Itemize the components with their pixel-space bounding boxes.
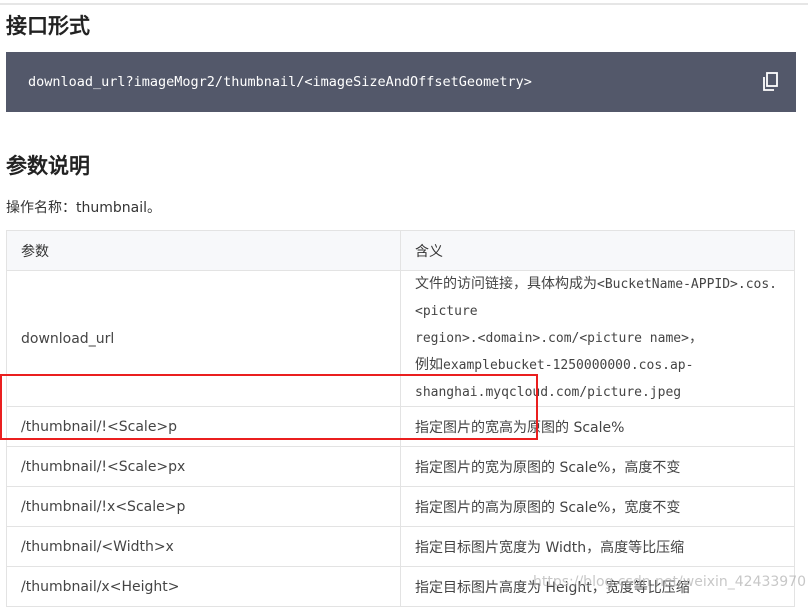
watermark: https://blog.csdn.net/weixin_42433970 — [533, 574, 807, 590]
table-row: /thumbnail/!<Scale>px 指定图片的宽为原图的 Scale%，… — [6, 446, 795, 487]
desc-example-prefix: 例如 — [415, 357, 443, 373]
table-row: /thumbnail/<Width>x 指定目标图片宽度为 Width，高度等比… — [6, 526, 795, 567]
param-cell: /thumbnail/!<Scale>px — [6, 446, 401, 487]
section-title-interface: 接口形式 — [6, 14, 90, 38]
param-cell: /thumbnail/<Width>x — [6, 526, 401, 567]
desc-separator: ， — [688, 330, 703, 346]
code-text: download_url?imageMogr2/thumbnail/<image… — [28, 74, 532, 90]
desc-prefix: 文件的访问链接，具体构成为 — [415, 276, 597, 292]
table-row: /thumbnail/!<Scale>p 指定图片的宽高为原图的 Scale% — [6, 406, 795, 447]
header-meaning: 含义 — [400, 230, 795, 271]
table-header-row: 参数 含义 — [6, 230, 795, 271]
table-row: download_url 文件的访问链接，具体构成为<BucketName-AP… — [6, 270, 795, 407]
header-param: 参数 — [6, 230, 401, 271]
param-cell: /thumbnail/x<Height> — [6, 566, 401, 607]
desc-cell: 指定图片的高为原图的 Scale%，宽度不变 — [400, 486, 795, 527]
desc-cell: 指定图片的宽高为原图的 Scale% — [400, 406, 795, 447]
code-block: download_url?imageMogr2/thumbnail/<image… — [6, 52, 796, 112]
top-divider — [0, 3, 808, 5]
param-cell: /thumbnail/!x<Scale>p — [6, 486, 401, 527]
section-title-params: 参数说明 — [6, 154, 90, 178]
desc-cell: 指定目标图片宽度为 Width，高度等比压缩 — [400, 526, 795, 567]
desc-code: examplebucket-1250000000.cos.ap- — [443, 358, 694, 373]
desc-cell: 文件的访问链接，具体构成为<BucketName-APPID>.cos.<pic… — [400, 270, 795, 407]
desc-code: region>.<domain>.com/<picture name> — [415, 331, 689, 346]
params-table: 参数 含义 download_url 文件的访问链接，具体构成为<BucketN… — [6, 230, 795, 607]
param-cell: download_url — [6, 270, 401, 407]
desc-cell: 指定图片的宽为原图的 Scale%，高度不变 — [400, 446, 795, 487]
copy-icon[interactable] — [762, 72, 780, 92]
desc-code: shanghai.myqcloud.com/picture.jpeg — [415, 385, 682, 400]
desc-text: 文件的访问链接，具体构成为<BucketName-APPID>.cos.<pic… — [415, 271, 780, 406]
param-cell: /thumbnail/!<Scale>p — [6, 406, 401, 447]
operation-name: 操作名称：thumbnail。 — [6, 200, 161, 216]
table-row: /thumbnail/!x<Scale>p 指定图片的高为原图的 Scale%，… — [6, 486, 795, 527]
